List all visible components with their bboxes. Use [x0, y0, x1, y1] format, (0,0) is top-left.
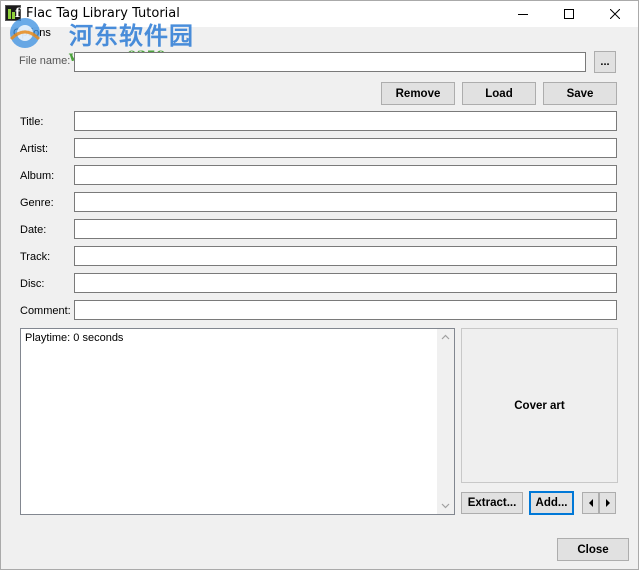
minimize-button[interactable] [500, 1, 546, 27]
vertical-scrollbar[interactable] [437, 329, 454, 514]
track-field[interactable] [74, 246, 617, 266]
album-label: Album: [20, 170, 55, 182]
app-window: f Flac Tag Library Tutorial Options 河东软件… [0, 0, 639, 570]
artist-label: Artist: [20, 143, 49, 155]
maximize-icon [564, 9, 574, 19]
date-label: Date: [20, 224, 47, 236]
genre-label: Genre: [20, 197, 54, 209]
close-button[interactable]: Close [557, 538, 629, 561]
save-button[interactable]: Save [543, 82, 617, 105]
scroll-down-icon[interactable] [437, 497, 454, 514]
playtime-text: Playtime: 0 seconds [25, 332, 124, 344]
album-field[interactable] [74, 165, 617, 185]
menu-options[interactable]: Options [13, 27, 51, 39]
arrow-right-icon [605, 499, 610, 507]
add-cover-button[interactable]: Add... [529, 491, 574, 515]
previous-cover-button[interactable] [582, 492, 599, 514]
date-field[interactable] [74, 219, 617, 239]
comment-label: Comment: [20, 305, 71, 317]
close-window-button[interactable] [592, 1, 638, 27]
maximize-button[interactable] [546, 1, 592, 27]
cover-art-panel: Cover art [461, 328, 618, 483]
info-textarea[interactable]: Playtime: 0 seconds [20, 328, 455, 515]
close-icon [610, 9, 620, 19]
window-title: Flac Tag Library Tutorial [26, 6, 180, 21]
genre-field[interactable] [74, 192, 617, 212]
track-label: Track: [20, 251, 51, 263]
disc-label: Disc: [20, 278, 45, 290]
browse-button[interactable]: ... [594, 51, 616, 73]
next-cover-button[interactable] [599, 492, 616, 514]
artist-field[interactable] [74, 138, 617, 158]
disc-field[interactable] [74, 273, 617, 293]
file-name-input[interactable] [74, 52, 586, 72]
remove-button[interactable]: Remove [381, 82, 455, 105]
comment-field[interactable] [74, 300, 617, 320]
app-icon: f [5, 5, 21, 21]
title-field[interactable] [74, 111, 617, 131]
extract-button[interactable]: Extract... [461, 492, 523, 514]
minimize-icon [518, 14, 528, 15]
scroll-up-icon[interactable] [437, 329, 454, 346]
arrow-left-icon [588, 499, 593, 507]
file-name-label: File name: [19, 55, 71, 67]
title-bar[interactable]: f Flac Tag Library Tutorial [1, 1, 638, 27]
load-button[interactable]: Load [462, 82, 536, 105]
cover-art-label: Cover art [514, 399, 565, 412]
title-label: Title: [20, 116, 44, 128]
